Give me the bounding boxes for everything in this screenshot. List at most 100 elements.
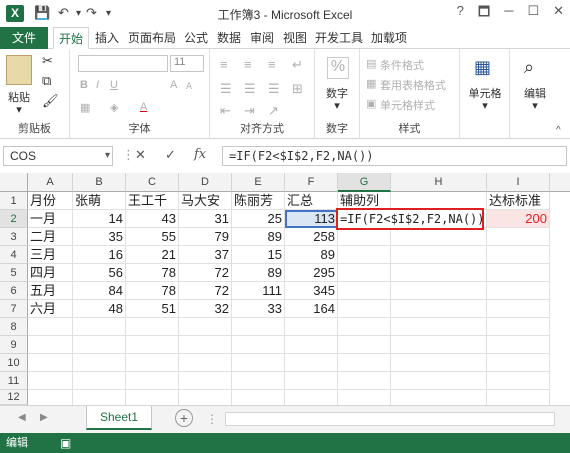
align-top-icon[interactable]: ≡ <box>220 57 228 72</box>
row-header-12[interactable]: 12 <box>0 390 28 405</box>
column-header-H[interactable]: H <box>391 173 487 192</box>
cell-A9[interactable] <box>28 336 73 354</box>
cell-H6[interactable] <box>391 282 487 300</box>
cell-D4[interactable]: 37 <box>179 246 232 264</box>
add-sheet-button[interactable]: + <box>175 409 193 427</box>
cell-F8[interactable] <box>285 318 338 336</box>
cell-G4[interactable] <box>338 246 391 264</box>
cell-E8[interactable] <box>232 318 285 336</box>
cell-B3[interactable]: 35 <box>73 228 126 246</box>
cut-icon[interactable]: ✂ <box>42 53 53 69</box>
cell-A8[interactable] <box>28 318 73 336</box>
cell-E9[interactable] <box>232 336 285 354</box>
align-bottom-icon[interactable]: ≡ <box>268 57 276 72</box>
tab-home[interactable]: 开始 <box>53 27 89 49</box>
cell-C10[interactable] <box>126 354 179 372</box>
tab-formulas[interactable]: 公式 <box>180 27 212 49</box>
cell-H3[interactable] <box>391 228 487 246</box>
column-header-C[interactable]: C <box>126 173 179 192</box>
cell-D1[interactable]: 马大安 <box>179 192 232 210</box>
cell-H8[interactable] <box>391 318 487 336</box>
cancel-button[interactable]: ✕ <box>135 147 146 163</box>
cell-D2[interactable]: 31 <box>179 210 232 228</box>
cell-D5[interactable]: 72 <box>179 264 232 282</box>
fill-color-icon[interactable]: ◈ <box>110 101 118 114</box>
row-header-9[interactable]: 9 <box>0 336 28 354</box>
cell-H11[interactable] <box>391 372 487 390</box>
cell-A6[interactable]: 五月 <box>28 282 73 300</box>
cell-D9[interactable] <box>179 336 232 354</box>
wrap-text-icon[interactable]: ↵ <box>292 57 303 73</box>
editing-dropdown-icon[interactable]: ▾ <box>512 99 558 112</box>
row-header-7[interactable]: 7 <box>0 300 28 318</box>
align-middle-icon[interactable]: ≡ <box>244 57 252 72</box>
tab-data[interactable]: 数据 <box>213 27 245 49</box>
tab-review[interactable]: 审阅 <box>246 27 278 49</box>
cell-A11[interactable] <box>28 372 73 390</box>
select-all-corner[interactable] <box>0 173 28 192</box>
tab-insert[interactable]: 插入 <box>90 27 124 49</box>
align-left-icon[interactable]: ☰ <box>220 81 232 97</box>
cell-B11[interactable] <box>73 372 126 390</box>
cell-D6[interactable]: 72 <box>179 282 232 300</box>
tab-page-layout[interactable]: 页面布局 <box>125 27 179 49</box>
cell-I4[interactable] <box>487 246 550 264</box>
cell-I7[interactable] <box>487 300 550 318</box>
cell-E11[interactable] <box>232 372 285 390</box>
column-header-D[interactable]: D <box>179 173 232 192</box>
cell-F7[interactable]: 164 <box>285 300 338 318</box>
cell-H9[interactable] <box>391 336 487 354</box>
cell-styles-button[interactable]: 单元格样式 <box>380 97 435 113</box>
collapse-ribbon-icon[interactable]: ^ <box>556 125 561 136</box>
tab-view[interactable]: 视图 <box>279 27 311 49</box>
column-header-I[interactable]: I <box>487 173 550 192</box>
cell-E6[interactable]: 111 <box>232 282 285 300</box>
conditional-format-button[interactable]: 条件格式 <box>380 57 424 73</box>
help-icon[interactable]: ? <box>457 3 464 25</box>
paste-icon[interactable] <box>6 55 32 85</box>
cell-F10[interactable] <box>285 354 338 372</box>
align-right-icon[interactable]: ☰ <box>268 81 280 97</box>
cell-A2[interactable]: 一月 <box>28 210 73 228</box>
insert-function-button[interactable]: fx <box>194 147 206 162</box>
row-header-3[interactable]: 3 <box>0 228 28 246</box>
cell-C1[interactable]: 王工千 <box>126 192 179 210</box>
tab-split-icon[interactable]: ⋮ <box>206 412 218 426</box>
column-header-A[interactable]: A <box>28 173 73 192</box>
decrease-indent-icon[interactable]: ⇤ <box>220 103 231 119</box>
cell-A10[interactable] <box>28 354 73 372</box>
cell-I3[interactable] <box>487 228 550 246</box>
cell-C2[interactable]: 43 <box>126 210 179 228</box>
cell-F6[interactable]: 345 <box>285 282 338 300</box>
cell-C8[interactable] <box>126 318 179 336</box>
cell-G9[interactable] <box>338 336 391 354</box>
cell-G3[interactable] <box>338 228 391 246</box>
cell-B2[interactable]: 14 <box>73 210 126 228</box>
cell-A4[interactable]: 三月 <box>28 246 73 264</box>
close-icon[interactable]: ✕ <box>553 3 564 25</box>
cell-D8[interactable] <box>179 318 232 336</box>
cell-I10[interactable] <box>487 354 550 372</box>
minimize-icon[interactable]: ─ <box>504 3 513 25</box>
orientation-icon[interactable]: ↗ <box>268 103 279 119</box>
cell-B5[interactable]: 56 <box>73 264 126 282</box>
cell-F2[interactable]: 113 <box>285 210 338 228</box>
row-header-11[interactable]: 11 <box>0 372 28 390</box>
cell-C9[interactable] <box>126 336 179 354</box>
cell-A5[interactable]: 四月 <box>28 264 73 282</box>
underline-button[interactable]: U <box>110 79 118 91</box>
paste-dropdown-icon[interactable]: ▾ <box>4 103 34 116</box>
cell-B10[interactable] <box>73 354 126 372</box>
cell-D7[interactable]: 32 <box>179 300 232 318</box>
font-color-button[interactable]: A <box>140 101 147 113</box>
column-header-F[interactable]: F <box>285 173 338 192</box>
align-center-icon[interactable]: ☰ <box>244 81 256 97</box>
cell-F3[interactable]: 258 <box>285 228 338 246</box>
format-painter-icon[interactable]: 🖌 <box>42 93 59 109</box>
cell-E5[interactable]: 89 <box>232 264 285 282</box>
cell-F4[interactable]: 89 <box>285 246 338 264</box>
formula-input[interactable]: =IF(F2<$I$2,F2,NA()) <box>222 146 567 166</box>
cells-icon[interactable]: ▦ <box>474 57 491 78</box>
row-header-8[interactable]: 8 <box>0 318 28 336</box>
cell-B4[interactable]: 16 <box>73 246 126 264</box>
